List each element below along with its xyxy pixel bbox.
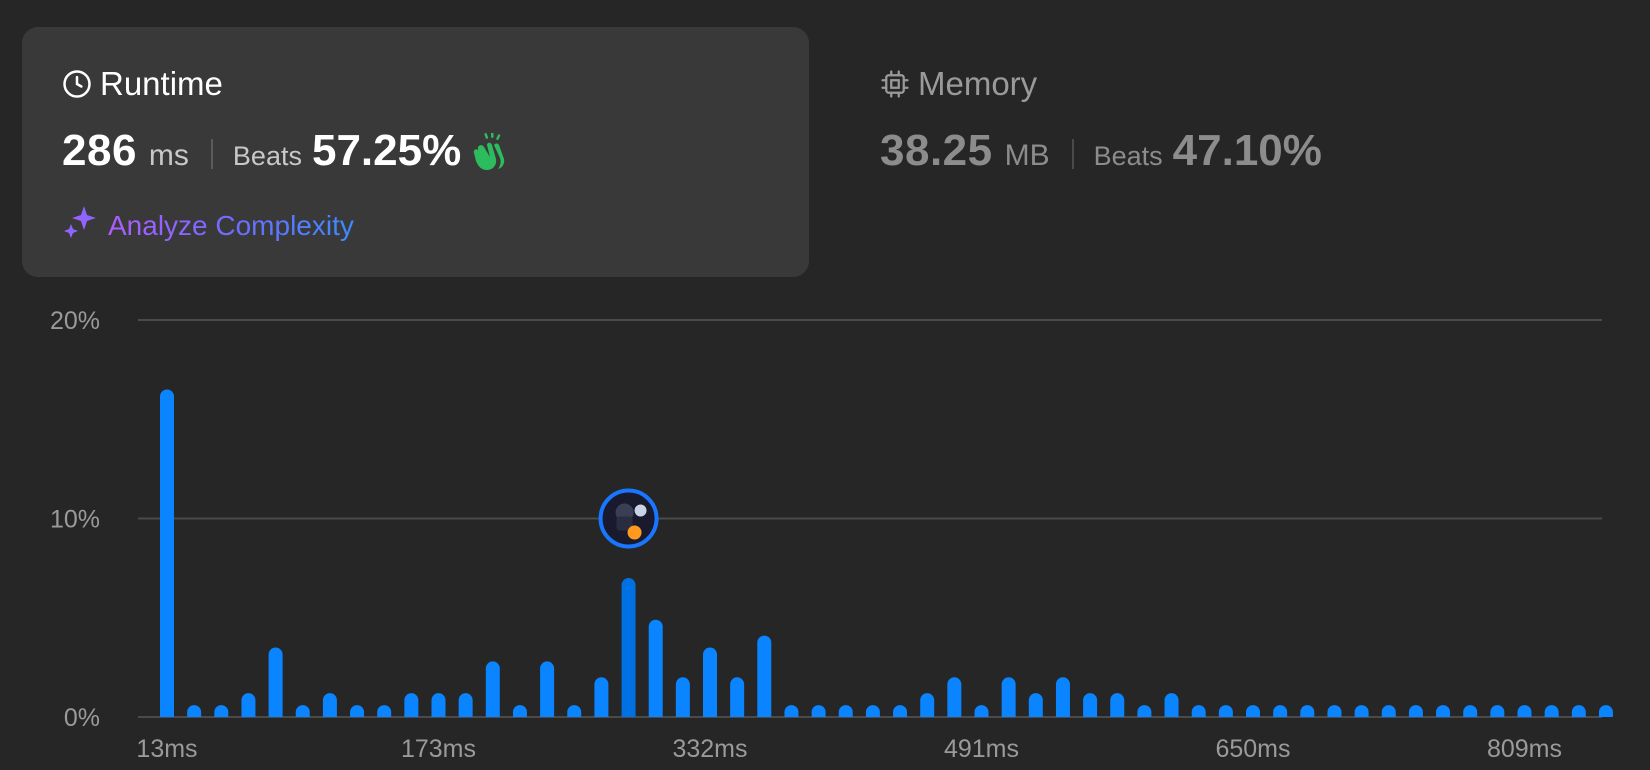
bar[interactable]	[268, 647, 283, 717]
bar[interactable]	[241, 693, 256, 717]
memory-stats: 38.25 MB Beats 47.10%	[880, 126, 1500, 182]
bar[interactable]	[730, 677, 745, 717]
bar[interactable]	[1354, 705, 1369, 717]
memory-beats-label: Beats	[1093, 141, 1163, 171]
analyze-complexity-link[interactable]: Analyze Complexity	[62, 204, 354, 247]
bar[interactable]	[974, 705, 989, 717]
bar[interactable]	[431, 693, 446, 717]
bar[interactable]	[865, 705, 880, 717]
bar[interactable]	[1544, 705, 1559, 717]
bar[interactable]	[893, 705, 908, 717]
divider	[1071, 139, 1074, 169]
runtime-unit: ms	[148, 139, 189, 172]
bar[interactable]	[1490, 705, 1505, 717]
bar[interactable]	[214, 705, 229, 717]
bar[interactable]	[187, 705, 202, 717]
bar[interactable]	[703, 647, 717, 717]
bar[interactable]	[947, 677, 962, 717]
memory-beats-percent: 47.10%	[1172, 126, 1322, 175]
memory-header: Memory	[880, 67, 1500, 100]
memory-unit: MB	[1004, 139, 1050, 172]
x-tick-label: 173ms	[401, 735, 476, 763]
bar[interactable]	[811, 705, 826, 717]
bar[interactable]	[1164, 693, 1179, 717]
bar[interactable]	[160, 389, 174, 717]
runtime-title: Runtime	[100, 65, 223, 102]
bar[interactable]	[1436, 705, 1451, 717]
bar[interactable]	[322, 693, 337, 717]
x-tick-label: 809ms	[1487, 735, 1562, 763]
x-tick-label: 491ms	[944, 735, 1019, 763]
bar[interactable]	[1191, 705, 1206, 717]
runtime-beats-label: Beats	[232, 141, 302, 171]
bar[interactable]	[350, 705, 365, 717]
bar[interactable]	[1137, 705, 1152, 717]
y-tick-label: 20%	[50, 307, 100, 335]
bar[interactable]	[1083, 693, 1098, 717]
bar[interactable]	[1246, 705, 1260, 717]
bar[interactable]	[485, 661, 500, 717]
bar[interactable]	[458, 693, 473, 717]
bar[interactable]	[1218, 705, 1233, 717]
clap-icon	[471, 131, 511, 176]
bar[interactable]	[540, 661, 555, 717]
y-tick-label: 0%	[64, 704, 100, 732]
bar[interactable]	[920, 693, 935, 717]
bar[interactable]	[784, 705, 799, 717]
divider	[210, 139, 213, 169]
bar[interactable]	[1028, 693, 1043, 717]
runtime-distribution-chart: 0% 10% 20% 13ms 173ms 332ms 491ms 650ms 809ms	[0, 290, 1650, 770]
submission-result-panel: Runtime 286 ms Beats 57.25% Analyze Comp…	[0, 0, 1650, 770]
bar[interactable]	[1055, 677, 1070, 717]
bar[interactable]	[648, 619, 663, 717]
bar[interactable]	[1110, 693, 1125, 717]
memory-title: Memory	[918, 65, 1038, 102]
sparkle-icon	[62, 204, 98, 247]
memory-card[interactable]: Memory 38.25 MB Beats 47.10%	[840, 27, 1540, 277]
bar[interactable]	[594, 677, 609, 717]
bar[interactable]	[404, 693, 419, 717]
bar[interactable]	[1408, 705, 1423, 717]
bar[interactable]	[512, 705, 527, 717]
bar[interactable]	[1571, 705, 1586, 717]
bar[interactable]	[675, 677, 690, 717]
bar[interactable]	[1327, 705, 1342, 717]
chart-svg: 0% 10% 20% 13ms 173ms 332ms 491ms 650ms 809ms	[50, 307, 1613, 763]
bar[interactable]	[1001, 677, 1016, 717]
chip-icon	[880, 69, 910, 99]
analyze-complexity-label: Analyze Complexity	[108, 209, 354, 241]
runtime-stats: 286 ms Beats 57.25%	[62, 126, 769, 182]
bar[interactable]	[1273, 705, 1288, 717]
bar[interactable]	[1381, 705, 1396, 717]
bar[interactable]	[1598, 705, 1613, 717]
bar[interactable]	[1300, 705, 1315, 717]
bar[interactable]	[838, 705, 853, 717]
bar[interactable]	[377, 705, 392, 717]
user-avatar-marker[interactable]	[598, 488, 659, 549]
y-tick-label: 10%	[50, 506, 100, 534]
x-tick-label: 13ms	[136, 735, 197, 763]
bar[interactable]	[1463, 705, 1478, 717]
bar-current-submission[interactable]	[621, 578, 636, 717]
runtime-header: Runtime	[62, 67, 769, 100]
runtime-beats-percent: 57.25%	[311, 126, 462, 175]
bar[interactable]	[757, 635, 772, 717]
x-tick-label: 650ms	[1215, 735, 1290, 763]
memory-value: 38.25	[880, 126, 993, 175]
runtime-card[interactable]: Runtime 286 ms Beats 57.25% Analyze Comp…	[22, 27, 809, 277]
bar[interactable]	[295, 705, 310, 717]
runtime-value: 286	[62, 126, 137, 175]
x-tick-label: 332ms	[672, 735, 747, 763]
bar[interactable]	[1517, 705, 1532, 717]
clock-icon	[62, 69, 92, 99]
bar[interactable]	[567, 705, 582, 717]
